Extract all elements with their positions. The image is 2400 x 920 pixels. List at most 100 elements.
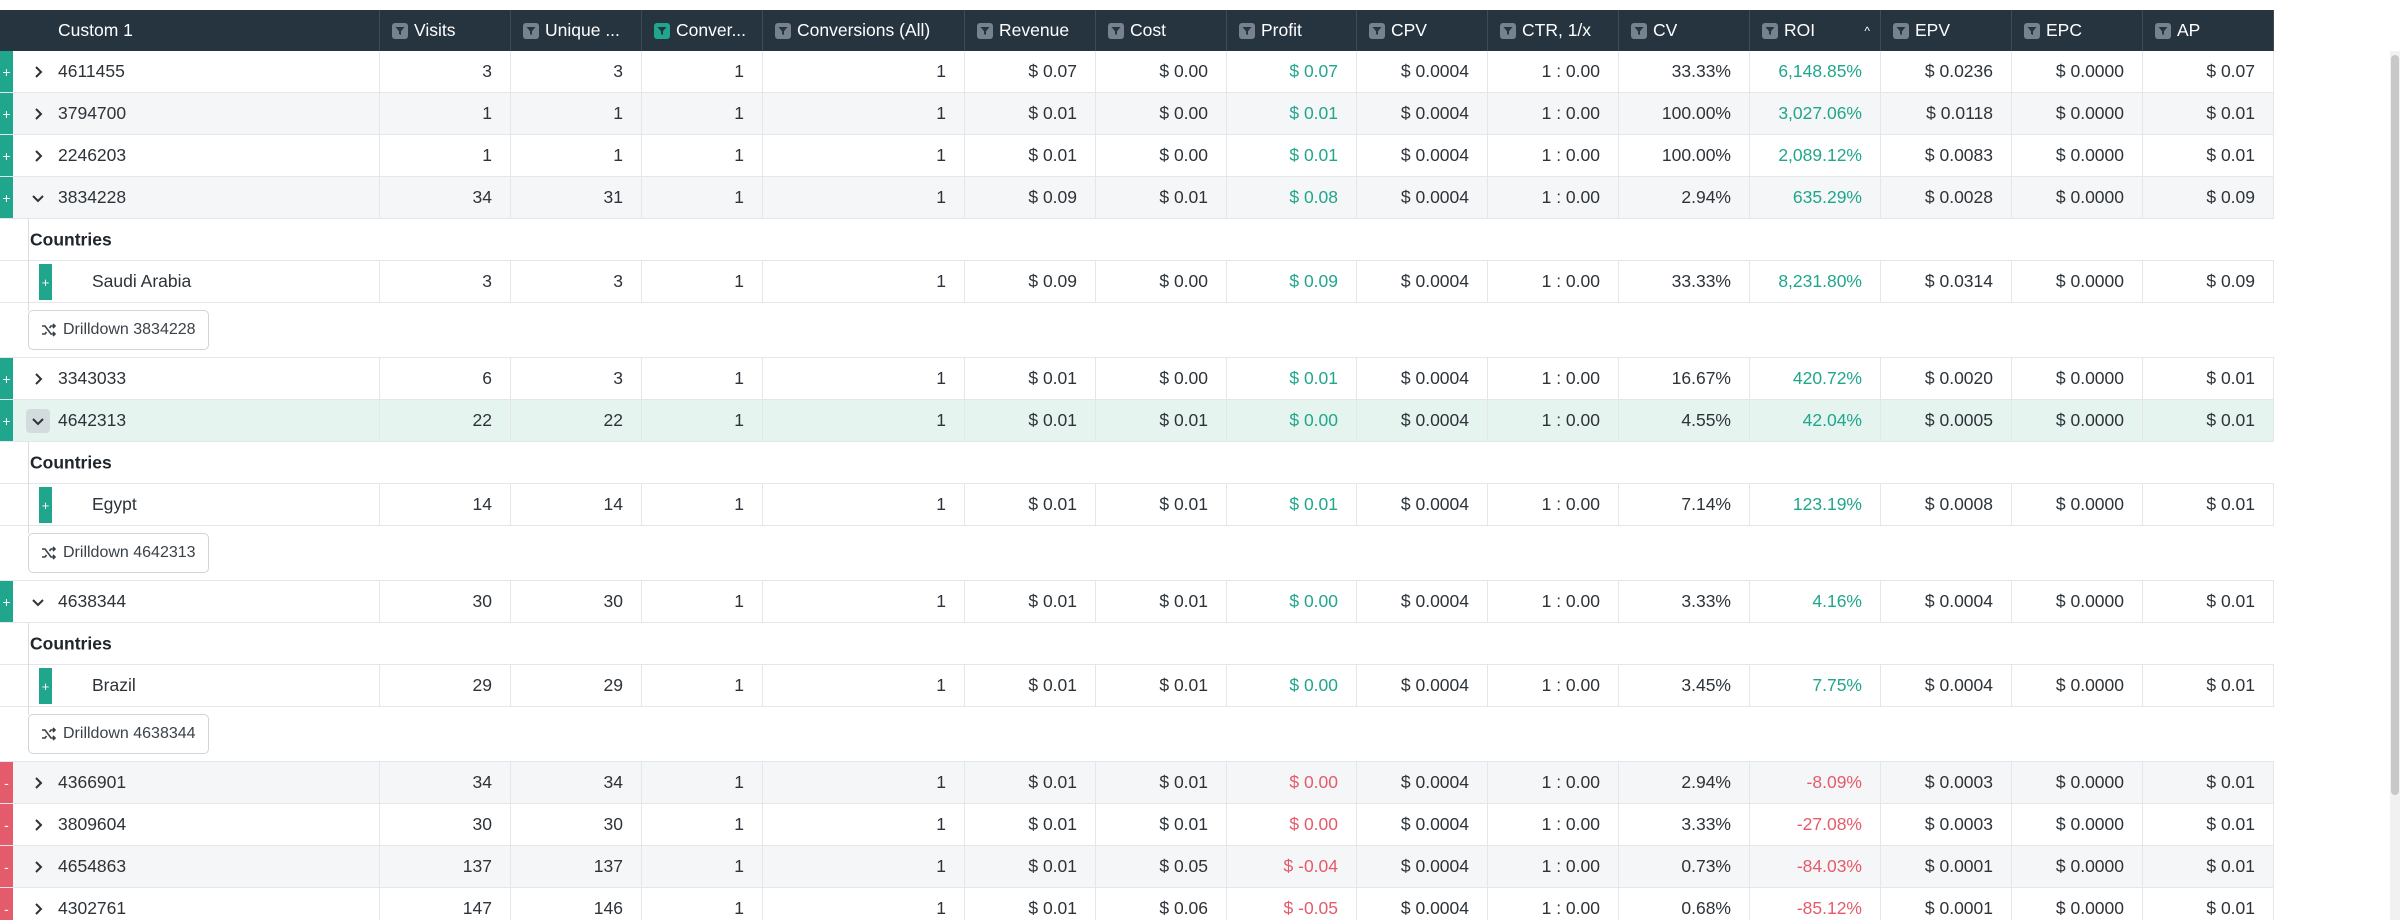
metric-cell: 1 (763, 484, 965, 525)
metric-cell: $ 0.0004 (1357, 177, 1488, 218)
metric-cell: $ 0.0000 (2012, 846, 2143, 887)
metric-cell: 29 (511, 665, 642, 706)
campaign-id: 4642313 (0, 400, 380, 441)
shuffle-icon (41, 545, 63, 561)
metric-cell: 1 : 0.00 (1488, 665, 1619, 706)
metric-cell: 1 (763, 888, 965, 920)
filter-icon[interactable] (1500, 22, 1516, 39)
filter-icon[interactable] (1108, 22, 1124, 39)
column-header[interactable]: Unique ... (511, 10, 642, 51)
metric-cell: $ 0.0000 (2012, 177, 2143, 218)
filter-icon[interactable] (1631, 22, 1647, 39)
sort-asc-icon[interactable]: ^ (1864, 24, 1870, 38)
metric-cell: $ 0.01 (1227, 93, 1357, 134)
drilldown-button[interactable]: Drilldown 4642313 (28, 533, 209, 573)
metric-cell: 1 (642, 484, 763, 525)
table-row[interactable]: -4654863 137 137 1 1 $ 0.01 $ 0.05 $ -0.04 $ 0.0… (0, 846, 2274, 888)
column-header[interactable]: ROI ^ (1750, 10, 1881, 51)
filter-icon[interactable] (2155, 22, 2171, 39)
breakdown-row[interactable]: + Egypt 14 14 1 1 $ 0.01 $ 0.01 $ 0.01 $ 0.0004 1 … (0, 484, 2274, 526)
column-header[interactable]: CV (1619, 10, 1750, 51)
metric-cell: $ 0.01 (965, 93, 1096, 134)
breakdown-row[interactable]: + Saudi Arabia 3 3 1 1 $ 0.09 $ 0.00 $ 0.09 $ 0.0… (0, 261, 2274, 303)
metric-cell: 1 : 0.00 (1488, 93, 1619, 134)
column-header[interactable]: Revenue (965, 10, 1096, 51)
table-row[interactable]: +3343033 6 3 1 1 $ 0.01 $ 0.00 $ 0.01 $ 0.0004 1 … (0, 358, 2274, 400)
table-row[interactable]: +4611455 3 3 1 1 $ 0.07 $ 0.00 $ 0.07 $ 0.0004 1 … (0, 51, 2274, 93)
metric-cell: 1 (642, 51, 763, 92)
column-header[interactable]: CTR, 1/x (1488, 10, 1619, 51)
table-row[interactable]: +2246203 1 1 1 1 $ 0.01 $ 0.00 $ 0.01 $ 0.0004 1 … (0, 135, 2274, 177)
metric-cell: $ 0.0000 (2012, 581, 2143, 622)
column-header[interactable]: EPC (2012, 10, 2143, 51)
filter-icon[interactable] (523, 22, 539, 39)
column-header-label: Unique ... (545, 20, 620, 40)
metric-cell: 3 (511, 51, 642, 92)
filter-icon[interactable] (1369, 22, 1385, 39)
table-row[interactable]: +4642313 22 22 1 1 $ 0.01 $ 0.01 $ 0.00 $ 0.0004… (0, 400, 2274, 442)
column-header[interactable]: Profit (1227, 10, 1357, 51)
metric-cell: $ 0.0000 (2012, 358, 2143, 399)
drilldown-button[interactable]: Drilldown 4638344 (28, 714, 209, 754)
metric-cell: 30 (380, 804, 511, 845)
metric-cell: 29 (380, 665, 511, 706)
metric-cell: $ 0.01 (1227, 135, 1357, 176)
metric-cell: $ 0.00 (1096, 358, 1227, 399)
metric-cell: 4.55% (1619, 400, 1750, 441)
metric-cell: $ 0.01 (2143, 665, 2274, 706)
column-header[interactable]: Visits (380, 10, 511, 51)
column-header[interactable]: Conver... (642, 10, 763, 51)
metric-cell: $ 0.0008 (1881, 484, 2012, 525)
metric-cell: $ 0.01 (2143, 135, 2274, 176)
table-row[interactable]: -4366901 34 34 1 1 $ 0.01 $ 0.01 $ 0.00 $ 0.0004… (0, 762, 2274, 804)
filter-icon[interactable] (1239, 22, 1255, 39)
column-header-label: CTR, 1/x (1522, 20, 1592, 40)
table-row[interactable]: +3834228 34 31 1 1 $ 0.09 $ 0.01 $ 0.08 $ 0.0004… (0, 177, 2274, 219)
metric-cell: $ 0.0004 (1357, 888, 1488, 920)
filter-icon[interactable] (775, 22, 791, 39)
filter-icon[interactable] (2024, 22, 2040, 39)
column-header[interactable]: Custom 1 (0, 10, 380, 51)
column-header[interactable]: EPV (1881, 10, 2012, 51)
table-row[interactable]: +3794700 1 1 1 1 $ 0.01 $ 0.00 $ 0.01 $ 0.0004 1 … (0, 93, 2274, 135)
metric-cell: $ 0.0001 (1881, 888, 2012, 920)
metric-cell: $ 0.00 (1227, 804, 1357, 845)
metric-cell: $ 0.0020 (1881, 358, 2012, 399)
filter-icon[interactable] (654, 22, 670, 39)
breakdown-row[interactable]: + Brazil 29 29 1 1 $ 0.01 $ 0.01 $ 0.00 $ 0.0004 1… (0, 665, 2274, 707)
column-header[interactable]: CPV (1357, 10, 1488, 51)
report-grid-page: Custom 1 Visits Unique ... Conver... Convers… (0, 0, 2400, 920)
metric-cell: $ 0.01 (1227, 484, 1357, 525)
drilldown-button[interactable]: Drilldown 3834228 (28, 310, 209, 350)
metric-cell: $ 0.01 (965, 665, 1096, 706)
metric-cell: 1 (763, 51, 965, 92)
campaign-id: 3343033 (0, 358, 380, 399)
metric-cell: 6,148.85% (1750, 51, 1881, 92)
metric-cell: 147 (380, 888, 511, 920)
metric-cell: $ 0.0000 (2012, 400, 2143, 441)
column-header-label: AP (2177, 20, 2201, 40)
metric-cell: $ 0.0004 (1357, 135, 1488, 176)
metric-cell: $ 0.0000 (2012, 665, 2143, 706)
column-header[interactable]: Cost (1096, 10, 1227, 51)
table-row[interactable]: +4638344 30 30 1 1 $ 0.01 $ 0.01 $ 0.00 $ 0.0004… (0, 581, 2274, 623)
scrollbar-thumb[interactable] (2391, 55, 2399, 795)
metric-cell: 3 (380, 51, 511, 92)
metric-cell: $ 0.0004 (1357, 261, 1488, 302)
metric-cell: 14 (511, 484, 642, 525)
column-header[interactable]: AP (2143, 10, 2274, 51)
table-row[interactable]: -3809604 30 30 1 1 $ 0.01 $ 0.01 $ 0.00 $ 0.0004… (0, 804, 2274, 846)
filter-icon[interactable] (977, 22, 993, 39)
metric-cell: -85.12% (1750, 888, 1881, 920)
column-header-label: Profit (1261, 20, 1302, 40)
country-name: Egypt (0, 484, 380, 525)
filter-icon[interactable] (1893, 22, 1909, 39)
metric-cell: 1 (763, 400, 965, 441)
column-header[interactable]: Conversions (All) (763, 10, 965, 51)
metric-cell: $ 0.0004 (1357, 93, 1488, 134)
filter-icon[interactable] (1762, 22, 1778, 39)
vertical-scrollbar[interactable] (2390, 51, 2400, 920)
table-row[interactable]: -4302761 147 146 1 1 $ 0.01 $ 0.06 $ -0.05 $ 0.0… (0, 888, 2274, 920)
filter-icon[interactable] (392, 22, 408, 39)
metric-cell: 100.00% (1619, 93, 1750, 134)
